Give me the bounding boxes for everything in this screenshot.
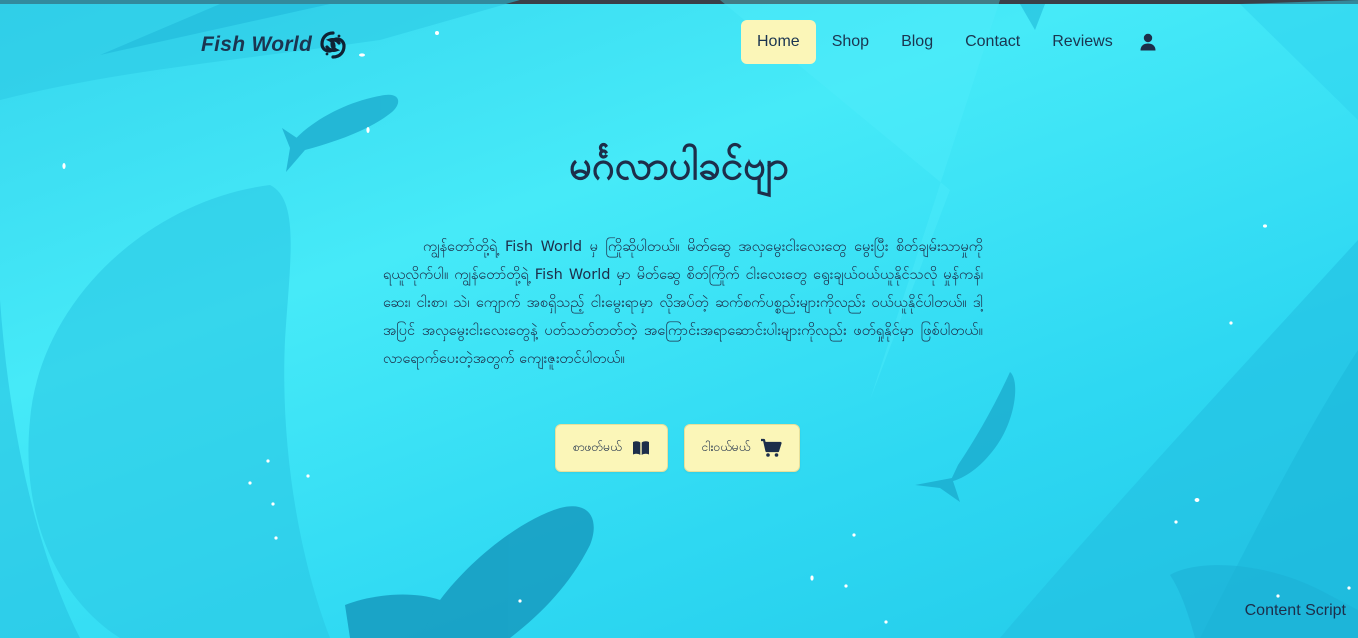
user-icon[interactable] xyxy=(1137,31,1159,53)
navbar: Fish World Home Shop Blog Contact Review… xyxy=(0,4,1358,80)
main-nav: Home Shop Blog Contact Reviews xyxy=(741,20,1159,64)
nav-item-reviews[interactable]: Reviews xyxy=(1036,20,1128,64)
nav-item-shop[interactable]: Shop xyxy=(816,20,885,64)
nav-item-home[interactable]: Home xyxy=(741,20,816,64)
brand-logo-link[interactable]: Fish World xyxy=(201,30,348,60)
cart-icon xyxy=(761,438,783,457)
hero-title: မင်္ဂလာပါခင်ဗျာ xyxy=(569,143,789,189)
hero-buttons: စာဖတ်မယ် ငါးဝယ်မယ် xyxy=(555,424,801,472)
buy-fish-button[interactable]: ငါးဝယ်မယ် xyxy=(683,424,801,472)
content-script-label: Content Script xyxy=(1244,602,1346,619)
read-button-label: စာဖတ်မယ် xyxy=(573,440,622,454)
brand-name: Fish World xyxy=(201,33,313,56)
book-icon xyxy=(632,441,649,455)
hero-description: ကျွန်တော်တို့ရဲ့ Fish World မှ ကြိုဆိုပါ… xyxy=(383,239,983,367)
buy-fish-button-label: ငါးဝယ်မယ် xyxy=(701,440,751,454)
koi-yin-yang-icon xyxy=(320,31,346,59)
read-button[interactable]: စာဖတ်မယ် xyxy=(555,424,668,472)
nav-item-blog[interactable]: Blog xyxy=(885,20,949,64)
nav-item-contact[interactable]: Contact xyxy=(949,20,1036,64)
